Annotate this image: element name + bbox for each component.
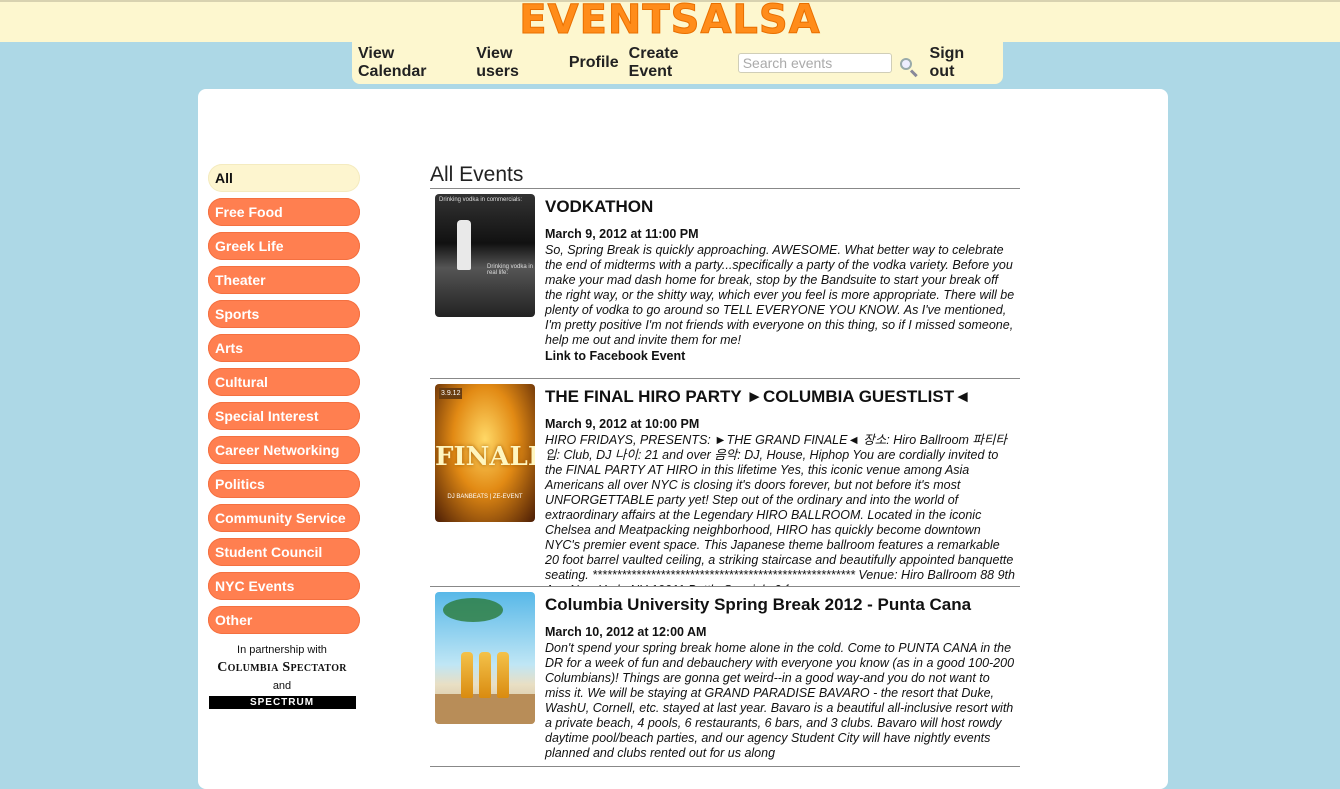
event-title[interactable]: THE FINAL HIRO PARTY ►COLUMBIA GUESTLIST… [545,387,1016,407]
thumb-caption: Drinking vodka in commercials: [439,197,523,203]
event-item: Drinking vodka in commercials: Drinking … [430,189,1020,379]
category-other[interactable]: Other [208,606,360,634]
category-politics[interactable]: Politics [208,470,360,498]
event-body: Columbia University Spring Break 2012 - … [545,592,1016,766]
nav-create-event[interactable]: Create Event [629,45,726,81]
category-theater[interactable]: Theater [208,266,360,294]
category-student-council[interactable]: Student Council [208,538,360,566]
event-title[interactable]: Columbia University Spring Break 2012 - … [545,595,1016,615]
beer-bottle-graphic [461,652,473,698]
event-description: HIRO FRIDAYS, PRESENTS: ►THE GRAND FINAL… [545,433,1015,586]
spectrum-logo[interactable]: SPECTRUM [208,696,356,709]
event-body: VODKATHON March 9, 2012 at 11:00 PM So, … [545,194,1016,378]
category-free-food[interactable]: Free Food [208,198,360,226]
event-title[interactable]: VODKATHON [545,197,1016,217]
event-description: So, Spring Break is quickly approaching.… [545,243,1015,347]
category-greek-life[interactable]: Greek Life [208,232,360,260]
event-thumbnail[interactable]: 3.9.12 FINALE DJ BANBEATS | ZE-EVENT [435,384,535,522]
event-date: March 10, 2012 at 12:00 AM [545,625,707,639]
nav-sign-out[interactable]: Sign out [930,45,993,81]
event-date: March 9, 2012 at 10:00 PM [545,417,700,431]
thumb-date-badge: 3.9.12 [439,388,463,399]
category-career-networking[interactable]: Career Networking [208,436,360,464]
category-community-service[interactable]: Community Service [208,504,360,532]
facebook-event-link[interactable]: Link to Facebook Event [545,349,1016,363]
events-main: All Events Drinking vodka in commercials… [430,163,1020,767]
nav-profile[interactable]: Profile [569,54,619,72]
event-item: 3.9.12 FINALE DJ BANBEATS | ZE-EVENT THE… [430,379,1020,587]
spectator-logo[interactable]: Columbia Spectator [208,660,356,676]
event-body: THE FINAL HIRO PARTY ►COLUMBIA GUESTLIST… [545,384,1016,586]
thumb-headline: FINALE [435,442,535,472]
magnifier-icon[interactable] [898,56,920,78]
partnership-intro: In partnership with [237,644,327,656]
top-banner: EVENTSALSA [0,0,1340,42]
category-nyc-events[interactable]: NYC Events [208,572,360,600]
partnership-block: In partnership with Columbia Spectator a… [208,644,356,709]
site-logo[interactable]: EVENTSALSA [0,0,1340,42]
category-sports[interactable]: Sports [208,300,360,328]
event-description: Don't spend your spring break home alone… [545,641,1015,760]
category-special-interest[interactable]: Special Interest [208,402,360,430]
category-sidebar: All Free Food Greek Life Theater Sports … [208,164,360,709]
event-date: March 9, 2012 at 11:00 PM [545,227,699,241]
event-item: Columbia University Spring Break 2012 - … [430,587,1020,767]
search-input[interactable] [737,53,892,73]
event-thumbnail[interactable] [435,592,535,724]
thumb-footer: DJ BANBEATS | ZE-EVENT [447,494,523,500]
category-all[interactable]: All [208,164,360,192]
beer-bottle-graphic [497,652,509,698]
main-nav: View Calendar View users Profile Create … [352,42,1003,84]
page-title: All Events [430,163,1020,189]
nav-view-users[interactable]: View users [476,45,559,81]
event-thumbnail[interactable]: Drinking vodka in commercials: Drinking … [435,194,535,317]
content-panel: All Free Food Greek Life Theater Sports … [198,89,1168,789]
nav-view-calendar[interactable]: View Calendar [358,45,466,81]
table-graphic [435,694,535,724]
category-arts[interactable]: Arts [208,334,360,362]
category-cultural[interactable]: Cultural [208,368,360,396]
thumb-caption: Drinking vodka in real life: [487,264,534,276]
partnership-and: and [272,680,292,692]
bottle-graphic [457,220,471,270]
palm-graphic [443,598,503,622]
beer-bottle-graphic [479,652,491,698]
